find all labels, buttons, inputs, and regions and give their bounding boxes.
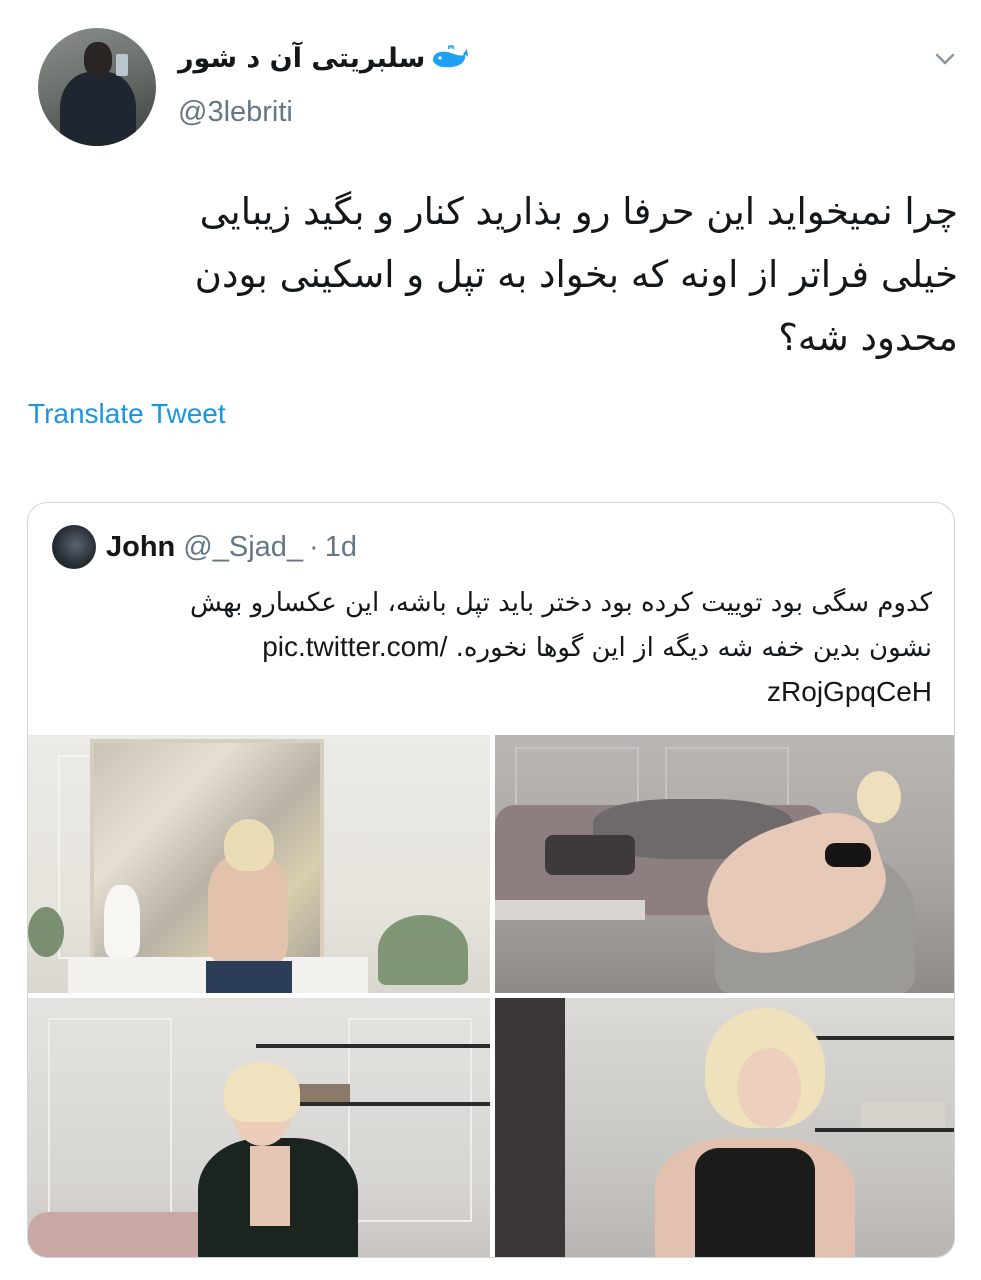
translate-tweet-link[interactable]: Translate Tweet [28,398,226,430]
tweet-header: سلبریتی آن د شور @3lebriti [28,28,958,153]
books [861,1102,945,1128]
person-swimsuit [695,1148,815,1257]
vase [104,885,140,957]
dark-frame [495,998,565,1257]
media-photo-1[interactable] [28,735,490,993]
tweet-text-line: محدود شه؟ [778,316,958,359]
chevron-down-icon[interactable] [930,44,960,74]
quoted-timestamp[interactable]: 1d [325,531,357,564]
avatar-figure-body [60,72,136,146]
quoted-display-name[interactable]: John [106,531,175,564]
pillow [545,835,635,875]
quoted-handle[interactable]: @_Sjad_ [183,531,303,564]
quoted-avatar[interactable] [52,525,96,569]
shelf [815,1036,954,1040]
user-handle[interactable]: @3lebriti [178,96,293,129]
quoted-text: کدوم سگی بود توییت کرده بود دختر باید تپ… [52,581,932,714]
tweet-text-line: چرا نمیخواید این حرفا رو بذارید کنار و ب… [199,190,958,233]
pic-link-part1[interactable]: pic.twitter.com/ [262,631,447,662]
media-photo-2[interactable] [495,735,954,993]
person-skin [250,1146,290,1226]
quoted-tweet[interactable]: John @_Sjad_ · 1d کدوم سگی بود توییت کرد… [27,502,955,1258]
plant-right [378,915,468,985]
wall-panel [515,747,639,811]
lingerie [825,843,871,867]
media-grid [28,735,954,1257]
quoted-tweet-header: John @_Sjad_ · 1d [52,525,357,569]
display-name-row[interactable]: سلبریتی آن د شور [178,38,469,78]
separator-dot: · [309,530,319,563]
quoted-text-line: کدوم سگی بود توییت کرده بود دختر باید تپ… [189,588,932,618]
pic-link-part2[interactable]: zRojGpqCeH [52,670,932,714]
person-hair [857,771,901,823]
avatar-phone [116,54,128,76]
avatar-figure-head [84,42,112,76]
whale-icon [433,45,469,68]
avatar[interactable] [38,28,156,146]
tweet-text-line: خیلی فراتر از اونه که بخواد به تپل و اسک… [194,253,958,296]
quoted-text-line: نشون بدین خفه شه دیگه از این گوها نخوره.… [52,625,932,670]
person-skin [208,855,288,965]
person-face [737,1048,801,1128]
tweet-text: چرا نمیخواید این حرفا رو بذارید کنار و ب… [28,180,958,369]
display-name[interactable]: سلبریتی آن د شور [178,43,425,74]
shelf [815,1128,954,1132]
media-photo-3[interactable] [28,998,490,1257]
person-hair [224,819,274,871]
media-photo-4[interactable] [495,998,954,1257]
wall-panel [48,1018,172,1222]
quoted-text-segment: نشون بدین خفه شه دیگه از این گوها نخوره. [455,633,932,663]
wall-panel [348,1018,472,1222]
shelf [256,1044,490,1048]
person-jeans [206,961,292,993]
person-hair [224,1062,300,1122]
side-table [495,900,645,920]
plant-left [28,907,64,957]
